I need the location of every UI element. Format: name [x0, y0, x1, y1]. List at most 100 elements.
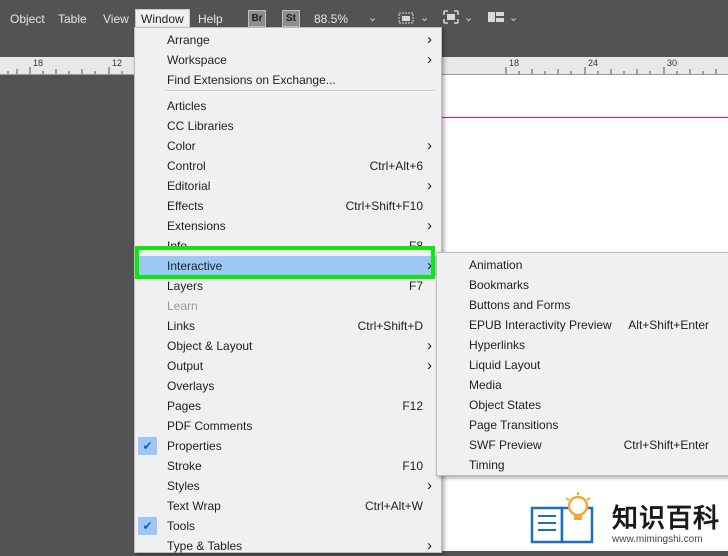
- screen-mode-icon[interactable]: [441, 8, 461, 26]
- arrange-documents-icon[interactable]: [486, 8, 506, 26]
- watermark-logo: 知识百科 www.mimingshi.com: [528, 490, 728, 551]
- menu-item-articles[interactable]: Articles: [135, 96, 441, 116]
- menu-item-extensions[interactable]: Extensions ›: [135, 216, 441, 236]
- menu-item-shortcut: Ctrl+Alt+6: [369, 159, 423, 173]
- menu-item-overlays[interactable]: Overlays: [135, 376, 441, 396]
- menu-item-learn: Learn: [135, 296, 441, 316]
- menu-item-type-and-tables[interactable]: Type & Tables ›: [135, 536, 441, 556]
- book-lightbulb-icon: [530, 492, 594, 544]
- menu-item-cc-libraries[interactable]: CC Libraries: [135, 116, 441, 136]
- menu-item-output[interactable]: Output ›: [135, 356, 441, 376]
- highlight-callout-box: [135, 246, 435, 279]
- menu-item-label: Stroke: [167, 459, 202, 473]
- menu-item-label: PDF Comments: [167, 419, 253, 433]
- submenu-item-liquid-layout[interactable]: Liquid Layout: [437, 355, 728, 375]
- menu-item-label: Pages: [167, 399, 202, 413]
- menu-item-label: Styles: [167, 479, 200, 493]
- menu-window[interactable]: Window: [135, 9, 190, 29]
- chevron-right-icon: ›: [427, 537, 432, 554]
- submenu-item-page-transitions[interactable]: Page Transitions: [437, 415, 728, 435]
- chevron-right-icon: ›: [427, 137, 432, 154]
- ruler-label: 30: [667, 58, 678, 68]
- submenu-item-label: EPUB Interactivity Preview: [469, 318, 612, 332]
- menu-item-object-and-layout[interactable]: Object & Layout ›: [135, 336, 441, 356]
- menu-view[interactable]: View: [103, 12, 129, 26]
- menu-item-label: Type & Tables: [167, 539, 243, 553]
- submenu-item-label: SWF Preview: [469, 438, 542, 452]
- menu-item-label: CC Libraries: [167, 119, 234, 133]
- watermark-url: www.mimingshi.com: [612, 534, 703, 545]
- menu-item-label: Control: [167, 159, 206, 173]
- menu-item-links[interactable]: Links Ctrl+Shift+D: [135, 316, 441, 336]
- menu-item-tools[interactable]: ✔ Tools: [135, 516, 441, 536]
- zoom-chevron-down-icon[interactable]: ⌄: [368, 11, 377, 24]
- menu-object[interactable]: Object: [10, 12, 45, 26]
- view-options-chevron-down-icon[interactable]: ⌄: [420, 11, 429, 24]
- bridge-button[interactable]: Br: [248, 10, 266, 27]
- menu-separator: [165, 90, 435, 91]
- submenu-item-swf-preview[interactable]: SWF Preview Ctrl+Shift+Enter: [437, 435, 728, 455]
- menu-table[interactable]: Table: [58, 12, 87, 26]
- menu-item-text-wrap[interactable]: Text Wrap Ctrl+Alt+W: [135, 496, 441, 516]
- submenu-item-label: Liquid Layout: [469, 358, 541, 372]
- menu-item-effects[interactable]: Effects Ctrl+Shift+F10: [135, 196, 441, 216]
- menu-item-styles[interactable]: Styles ›: [135, 476, 441, 496]
- chevron-right-icon: ›: [427, 477, 432, 494]
- menu-item-editorial[interactable]: Editorial ›: [135, 176, 441, 196]
- menu-item-color[interactable]: Color ›: [135, 136, 441, 156]
- menu-item-pdf-comments[interactable]: PDF Comments: [135, 416, 441, 436]
- checkmark-icon: ✔: [138, 437, 157, 455]
- ruler-label: 18: [509, 58, 520, 68]
- submenu-item-label: Hyperlinks: [469, 338, 526, 352]
- chevron-right-icon: ›: [427, 31, 432, 48]
- menu-item-label: Tools: [167, 519, 196, 533]
- menu-item-label: Effects: [167, 199, 204, 213]
- menu-item-arrange[interactable]: Arrange ›: [135, 30, 441, 50]
- menu-item-label: Links: [167, 319, 196, 333]
- zoom-level[interactable]: 88.5%: [314, 12, 348, 26]
- submenu-item-label: Buttons and Forms: [469, 298, 571, 312]
- chevron-right-icon: ›: [427, 51, 432, 68]
- submenu-item-animation[interactable]: Animation: [437, 255, 728, 275]
- menu-item-properties[interactable]: ✔ Properties: [135, 436, 441, 456]
- submenu-item-timing[interactable]: Timing: [437, 455, 728, 475]
- menu-item-control[interactable]: Control Ctrl+Alt+6: [135, 156, 441, 176]
- menu-item-label: Arrange: [167, 33, 210, 47]
- submenu-item-shortcut: Ctrl+Shift+Enter: [623, 438, 709, 452]
- submenu-item-hyperlinks[interactable]: Hyperlinks: [437, 335, 728, 355]
- view-options-icon[interactable]: [396, 8, 416, 26]
- chevron-right-icon: ›: [427, 337, 432, 354]
- menu-item-label: Workspace: [167, 53, 227, 67]
- submenu-item-epub-interactivity-preview[interactable]: EPUB Interactivity Preview Alt+Shift+Ente…: [437, 315, 728, 335]
- submenu-item-media[interactable]: Media: [437, 375, 728, 395]
- menu-item-label: Output: [167, 359, 204, 373]
- submenu-item-object-states[interactable]: Object States: [437, 395, 728, 415]
- menu-item-shortcut: Ctrl+Alt+W: [364, 499, 423, 513]
- arrange-documents-chevron-down-icon[interactable]: ⌄: [509, 11, 518, 24]
- margin-guide: [440, 117, 728, 118]
- menu-item-label: Articles: [167, 99, 207, 113]
- submenu-item-label: Bookmarks: [469, 278, 530, 292]
- menu-help[interactable]: Help: [198, 12, 223, 26]
- menu-item-workspace[interactable]: Workspace ›: [135, 50, 441, 70]
- menu-item-shortcut: F7: [408, 279, 423, 293]
- stock-button[interactable]: St: [282, 10, 300, 27]
- screen-mode-chevron-down-icon[interactable]: ⌄: [464, 11, 473, 24]
- menu-item-label: Overlays: [167, 379, 215, 393]
- menu-item-layers[interactable]: Layers F7: [135, 276, 441, 296]
- menu-item-label: Layers: [167, 279, 204, 293]
- menu-item-shortcut: F10: [402, 459, 423, 473]
- menu-item-pages[interactable]: Pages F12: [135, 396, 441, 416]
- window-menu: Arrange › Workspace › Find Extensions on Exc…: [134, 27, 442, 556]
- menu-item-stroke[interactable]: Stroke F10: [135, 456, 441, 476]
- submenu-item-bookmarks[interactable]: Bookmarks: [437, 275, 728, 295]
- submenu-item-label: Animation: [469, 258, 523, 272]
- menu-item-find-extensions-on-exchange[interactable]: Find Extensions on Exchange...: [135, 70, 441, 90]
- menu-item-shortcut: F12: [402, 399, 423, 413]
- ruler-label: 12: [112, 58, 123, 68]
- submenu-item-buttons-and-forms[interactable]: Buttons and Forms: [437, 295, 728, 315]
- menu-item-label: Object & Layout: [167, 339, 253, 353]
- checkmark-icon: ✔: [138, 517, 157, 535]
- ruler-label: 18: [33, 58, 44, 68]
- menu-item-label: Editorial: [167, 179, 211, 193]
